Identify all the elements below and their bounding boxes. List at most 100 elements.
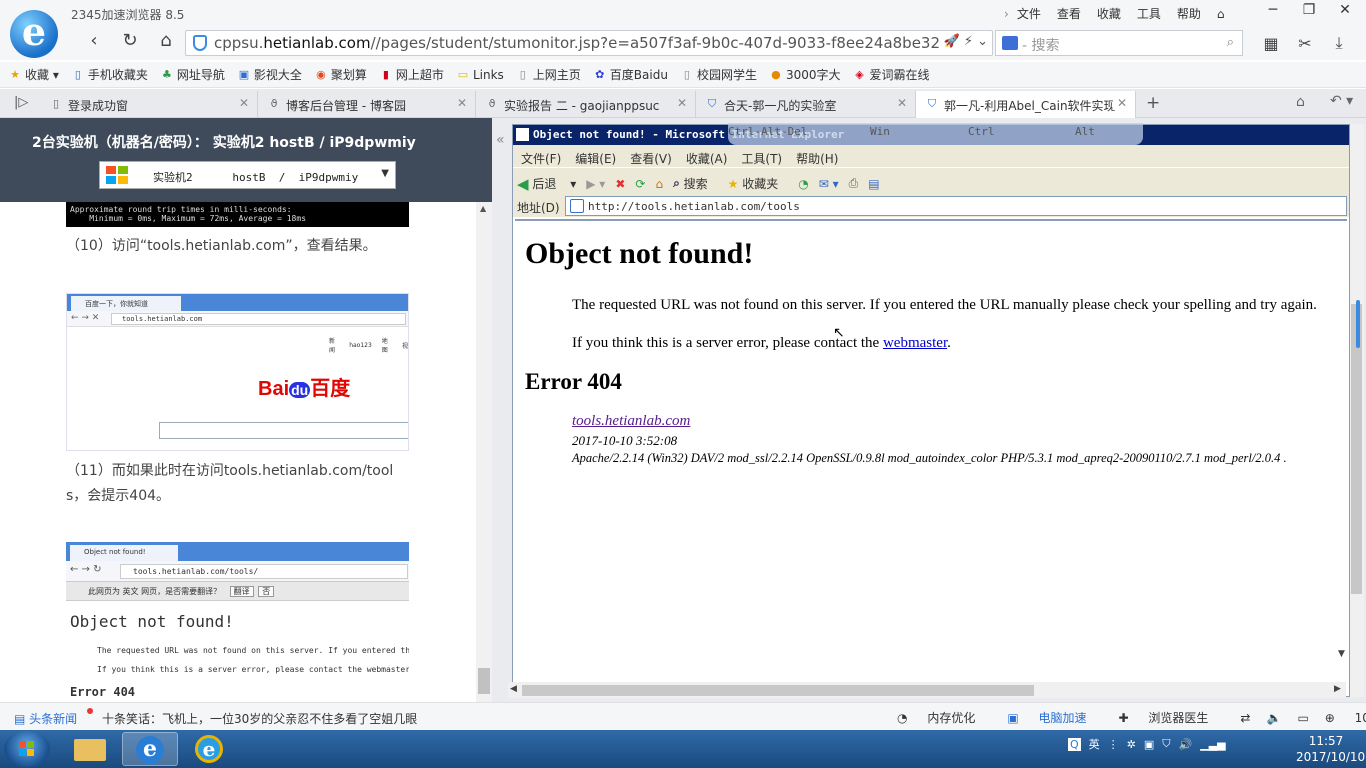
ie-favorites-button[interactable]: ★ 收藏夹: [728, 175, 789, 192]
scroll-up-icon[interactable]: ▲: [480, 204, 486, 213]
url-text[interactable]: cppsu.hetianlab.com//pages/student/stumo…: [214, 34, 940, 52]
close-icon[interactable]: ✕: [1327, 2, 1363, 18]
browser-doctor[interactable]: ✚ 浏览器医生: [1119, 709, 1225, 726]
fav-item[interactable]: ▯ 上网主页: [516, 66, 581, 83]
network-icon[interactable]: ▁▃▅: [1200, 738, 1225, 751]
memory-optimize[interactable]: ◔ 内存优化: [897, 709, 991, 726]
news-ticker[interactable]: 十条笑话：飞机上，一位30岁的父亲忍不住多看了空姐几眼: [102, 710, 417, 727]
ie-home-icon[interactable]: ⌂: [655, 177, 663, 191]
webmaster-link[interactable]: webmaster: [883, 335, 947, 351]
fav-item[interactable]: ♣ 网址导航: [160, 66, 225, 83]
dropdown-icon[interactable]: ⌄: [977, 34, 988, 49]
ie-menu-favorites[interactable]: 收藏(A): [686, 150, 728, 167]
chevron-right-icon[interactable]: ›: [1004, 7, 1009, 21]
search-icon[interactable]: ⌕: [1227, 35, 1234, 50]
server-address-link[interactable]: tools.hetianlab.com: [572, 413, 690, 429]
fav-item[interactable]: ◉ 聚划算: [314, 66, 367, 83]
fav-item[interactable]: ✿ 百度Baidu: [593, 66, 668, 83]
tab-close-icon[interactable]: ✕: [677, 96, 687, 110]
remote-vertical-scrollbar[interactable]: [1350, 124, 1364, 697]
pc-speedup[interactable]: ▣ 电脑加速: [1007, 709, 1102, 726]
address-bar[interactable]: cppsu.hetianlab.com//pages/student/stumo…: [185, 30, 993, 56]
search-engine-icon[interactable]: [1002, 36, 1018, 50]
menu-view[interactable]: 查看: [1057, 5, 1081, 22]
tab-close-icon[interactable]: ✕: [897, 96, 907, 110]
ie-menu-help[interactable]: 帮助(H): [796, 150, 838, 167]
fav-item[interactable]: ▣ 影视大全: [237, 66, 302, 83]
ctrl-alt-del-button[interactable]: Ctrl-Alt-Del: [728, 125, 807, 138]
system-clock[interactable]: 11:57 2017/10/10: [1296, 733, 1365, 765]
security-icon[interactable]: ▣: [1144, 738, 1154, 751]
ie-mail-icon[interactable]: ✉ ▾: [819, 177, 839, 191]
ie-menu-file[interactable]: 文件(F): [521, 150, 561, 167]
undo-close-icon[interactable]: ↶ ▾: [1330, 93, 1353, 109]
fullscreen-icon[interactable]: ▭: [1297, 711, 1308, 725]
scissors-icon[interactable]: ✂: [1288, 34, 1322, 53]
collapse-left-icon[interactable]: «: [496, 132, 505, 148]
menu-file[interactable]: 文件: [1017, 5, 1041, 22]
ie-print-icon[interactable]: ⎙: [849, 176, 859, 191]
back-icon[interactable]: ‹: [76, 30, 112, 51]
taskbar-explorer[interactable]: [62, 732, 118, 766]
ie-history-icon[interactable]: ◔: [798, 177, 808, 191]
ie-forward-button[interactable]: ▶ ▾: [586, 177, 605, 191]
ie-back-button[interactable]: ◀ 后退 ▾: [517, 175, 576, 193]
shield-tray-icon[interactable]: ⛉: [1162, 737, 1170, 751]
win-key-button[interactable]: Win: [870, 125, 890, 138]
refresh-icon[interactable]: ↻: [112, 30, 148, 51]
ie-edit-icon[interactable]: ▤: [868, 177, 879, 191]
apps-grid-icon[interactable]: ▦: [1254, 34, 1288, 53]
menu-help[interactable]: 帮助: [1177, 5, 1201, 22]
ie-stop-icon[interactable]: ✖: [615, 177, 625, 191]
headline-news[interactable]: ▤ 头条新闻: [14, 710, 77, 727]
scroll-right-icon[interactable]: ▶: [1334, 684, 1341, 694]
tab-manager-icon[interactable]: ⌂: [1296, 94, 1305, 110]
download-icon[interactable]: ⤓: [1322, 33, 1356, 53]
menu-tools[interactable]: 工具: [1137, 5, 1161, 22]
fav-item[interactable]: ▮ 网上超市: [379, 66, 444, 83]
volume-icon[interactable]: 🔈: [1266, 711, 1281, 725]
home-icon[interactable]: ⌂: [148, 30, 184, 51]
sidebar-toggle-icon[interactable]: |▷: [14, 95, 28, 110]
tools-icon[interactable]: ✲: [1127, 738, 1136, 751]
skin-icon[interactable]: ⌂: [1217, 7, 1225, 21]
lightning-icon[interactable]: ⚡: [964, 34, 973, 49]
tab-lab-report[interactable]: ϑ 实验报告 二 - gaojianppsuc ✕: [476, 91, 696, 118]
rocket-icon[interactable]: 🚀: [943, 34, 959, 49]
ime-settings-icon[interactable]: ⋮: [1108, 738, 1119, 751]
tab-close-icon[interactable]: ✕: [1112, 96, 1127, 110]
fav-item[interactable]: ▯ 手机收藏夹: [71, 66, 148, 83]
fav-item[interactable]: ● 3000字大: [769, 66, 840, 83]
guide-scrollbar[interactable]: ▲: [476, 202, 492, 702]
tab-close-icon[interactable]: ✕: [457, 96, 467, 110]
fav-item[interactable]: ◈ 爱词霸在线: [853, 66, 929, 83]
tab-close-icon[interactable]: ✕: [239, 96, 249, 110]
fav-item[interactable]: ▯ 校园网学生: [680, 66, 757, 83]
ie-menu-view[interactable]: 查看(V): [630, 150, 672, 167]
tab-abel-cain[interactable]: ⛉ 郭一凡-利用Abel_Cain软件实现 ✕: [916, 91, 1136, 119]
menu-favorites[interactable]: 收藏: [1097, 5, 1121, 22]
fav-item[interactable]: ▭ Links: [456, 68, 504, 82]
input-method-icon[interactable]: Q: [1068, 737, 1081, 751]
tab-hetian-lab[interactable]: ⛉ 合天-郭一凡的实验室 ✕: [696, 91, 916, 118]
search-box[interactable]: - 搜索 ⌕: [995, 30, 1243, 56]
ie-refresh-icon[interactable]: ⟳: [635, 177, 645, 191]
ctrl-key-button[interactable]: Ctrl: [968, 125, 995, 138]
minimize-icon[interactable]: ─: [1255, 2, 1291, 18]
speaker-icon[interactable]: 🔊: [1179, 738, 1193, 751]
scroll-left-icon[interactable]: ◀: [510, 684, 517, 694]
tab-login-success[interactable]: ▯ 登录成功窗 ✕: [40, 91, 258, 118]
proxy-icon[interactable]: ⇄: [1240, 711, 1250, 725]
vm-select[interactable]: 实验机2 hostB / iP9dpwmiy ▼: [99, 161, 396, 189]
taskbar-ie[interactable]: e: [182, 732, 238, 766]
tab-blog-admin[interactable]: ϑ 博客后台管理 - 博客园 ✕: [258, 91, 476, 118]
start-button[interactable]: [4, 731, 50, 767]
restore-icon[interactable]: ❐: [1291, 2, 1327, 18]
ie-menu-tools[interactable]: 工具(T): [741, 150, 782, 167]
scrollbar-thumb[interactable]: [478, 668, 490, 694]
alt-key-button[interactable]: Alt: [1075, 125, 1095, 138]
zoom-control[interactable]: ⊕ 100% ▾: [1325, 711, 1366, 725]
remote-horizontal-scrollbar[interactable]: ◀ ▶: [508, 682, 1346, 698]
taskbar-2345-browser[interactable]: e: [122, 732, 178, 766]
ie-menu-edit[interactable]: 编辑(E): [575, 150, 616, 167]
